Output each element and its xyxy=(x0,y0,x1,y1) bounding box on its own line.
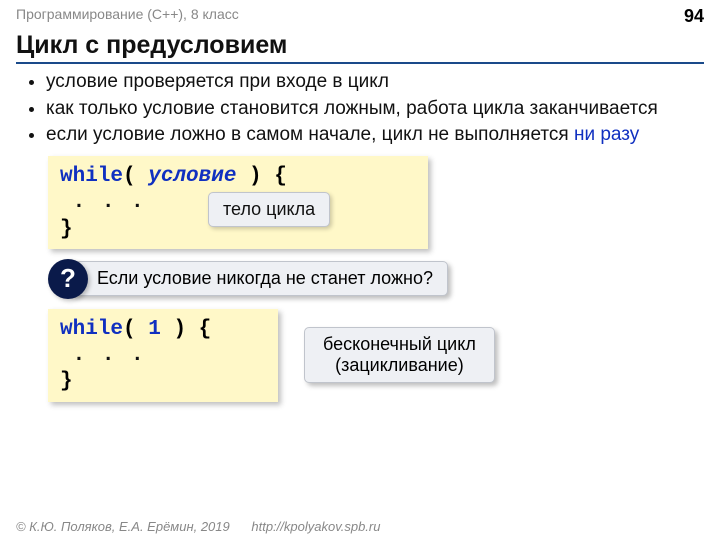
code-block-infinite: while( 1 ) { . . . } xyxy=(48,309,278,402)
code-punct: ( xyxy=(123,165,148,188)
while-keyword: while xyxy=(60,318,123,341)
page-number: 94 xyxy=(684,6,704,27)
question-icon: ? xyxy=(48,259,88,299)
code-punct: ) { xyxy=(161,318,211,341)
footer-copyright: © К.Ю. Поляков, Е.А. Ерёмин, 2019 xyxy=(16,519,230,534)
while-keyword: while xyxy=(60,165,123,188)
bullet-item: как только условие становится ложным, ра… xyxy=(46,97,696,122)
course-label: Программирование (C++), 8 класс xyxy=(16,6,239,27)
code-condition-literal: 1 xyxy=(148,318,161,341)
bullet-item: условие проверяется при входе в цикл xyxy=(46,70,696,95)
loop-body-callout: тело цикла xyxy=(208,192,330,227)
code-condition: условие xyxy=(148,165,236,188)
code-punct: ) { xyxy=(236,165,286,188)
bullet-highlight: ни разу xyxy=(574,124,639,145)
question-text: Если условие никогда не станет ложно? xyxy=(70,261,448,296)
bullet-text: если условие ложно в самом начале, цикл … xyxy=(46,124,574,145)
infinite-line1: бесконечный цикл xyxy=(323,334,476,355)
bullet-list: условие проверяется при входе в цикл как… xyxy=(32,70,696,148)
code-close-brace: } xyxy=(60,369,266,395)
footer-url: http://kpolyakov.spb.ru xyxy=(251,519,380,534)
bullet-item: если условие ложно в самом начале, цикл … xyxy=(46,123,696,148)
code-body-dots: . . . xyxy=(73,344,146,367)
infinite-line2: (зацикливание) xyxy=(323,355,476,376)
slide-title: Цикл с предусловием xyxy=(16,31,704,64)
infinite-loop-callout: бесконечный цикл (зацикливание) xyxy=(304,327,495,383)
code-punct: ( xyxy=(123,318,148,341)
footer: © К.Ю. Поляков, Е.А. Ерёмин, 2019 http:/… xyxy=(16,519,380,534)
code-block-while: while( условие ) { . . . } тело цикла xyxy=(48,156,428,249)
code-body-dots: . . . xyxy=(73,191,146,214)
